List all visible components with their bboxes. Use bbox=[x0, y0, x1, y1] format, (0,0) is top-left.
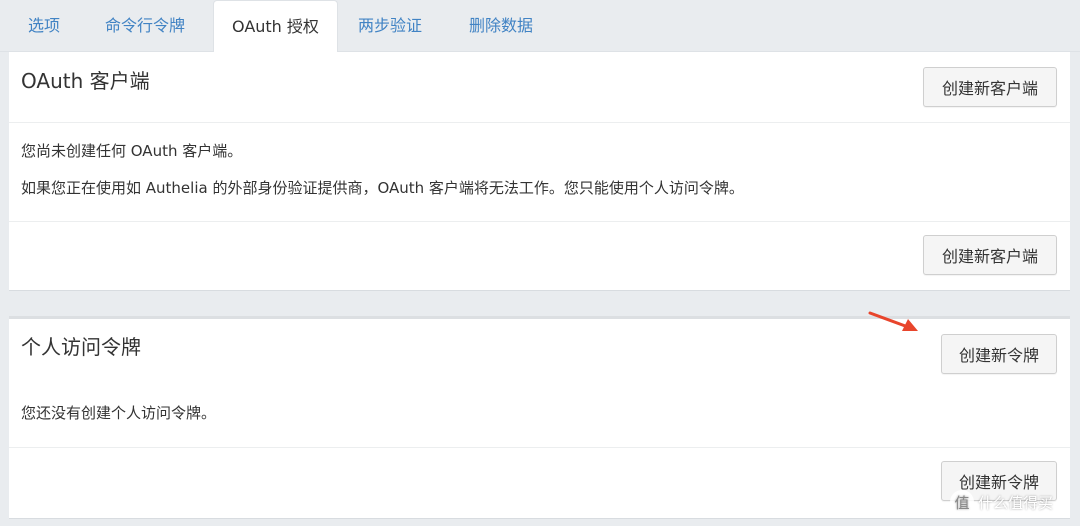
oauth-card-header: OAuth 客户端 创建新客户端 bbox=[9, 52, 1070, 123]
watermark-text: 什么值得买 bbox=[978, 493, 1054, 512]
watermark-logo-icon: 值 bbox=[950, 490, 974, 514]
create-token-button[interactable]: 创建新令牌 bbox=[941, 334, 1057, 374]
tokens-card-title: 个人访问令牌 bbox=[21, 335, 141, 359]
tab-cli-tokens[interactable]: 命令行令牌 bbox=[105, 0, 185, 51]
oauth-card-footer: 创建新客户端 bbox=[9, 221, 1070, 289]
tab-options[interactable]: 选项 bbox=[28, 0, 60, 51]
create-client-button[interactable]: 创建新客户端 bbox=[923, 67, 1057, 107]
tab-two-factor[interactable]: 两步验证 bbox=[358, 0, 422, 51]
personal-tokens-card: 个人访问令牌 创建新令牌 您还没有创建个人访问令牌。 创建新令牌 bbox=[9, 316, 1070, 519]
oauth-card-title: OAuth 客户端 bbox=[21, 69, 150, 93]
annotation-arrow-icon bbox=[868, 311, 918, 331]
tokens-card-body: 您还没有创建个人访问令牌。 bbox=[9, 381, 1070, 447]
oauth-clients-card: OAuth 客户端 创建新客户端 您尚未创建任何 OAuth 客户端。 如果您正… bbox=[9, 52, 1070, 291]
oauth-empty-message: 您尚未创建任何 OAuth 客户端。 bbox=[21, 142, 243, 160]
create-client-footer-button[interactable]: 创建新客户端 bbox=[923, 235, 1057, 275]
tab-bar: 选项 命令行令牌 OAuth 授权 两步验证 删除数据 bbox=[0, 0, 1080, 52]
tokens-empty-message: 您还没有创建个人访问令牌。 bbox=[21, 404, 217, 422]
oauth-card-body: 您尚未创建任何 OAuth 客户端。 如果您正在使用如 Authelia 的外部… bbox=[9, 123, 1070, 221]
watermark: 值 什么值得买 bbox=[950, 490, 1053, 514]
tab-delete-data[interactable]: 删除数据 bbox=[469, 0, 533, 51]
oauth-warning-message: 如果您正在使用如 Authelia 的外部身份验证提供商，OAuth 客户端将无… bbox=[21, 179, 744, 197]
tokens-card-footer: 创建新令牌 bbox=[9, 447, 1070, 516]
tab-oauth[interactable]: OAuth 授权 bbox=[213, 0, 338, 52]
